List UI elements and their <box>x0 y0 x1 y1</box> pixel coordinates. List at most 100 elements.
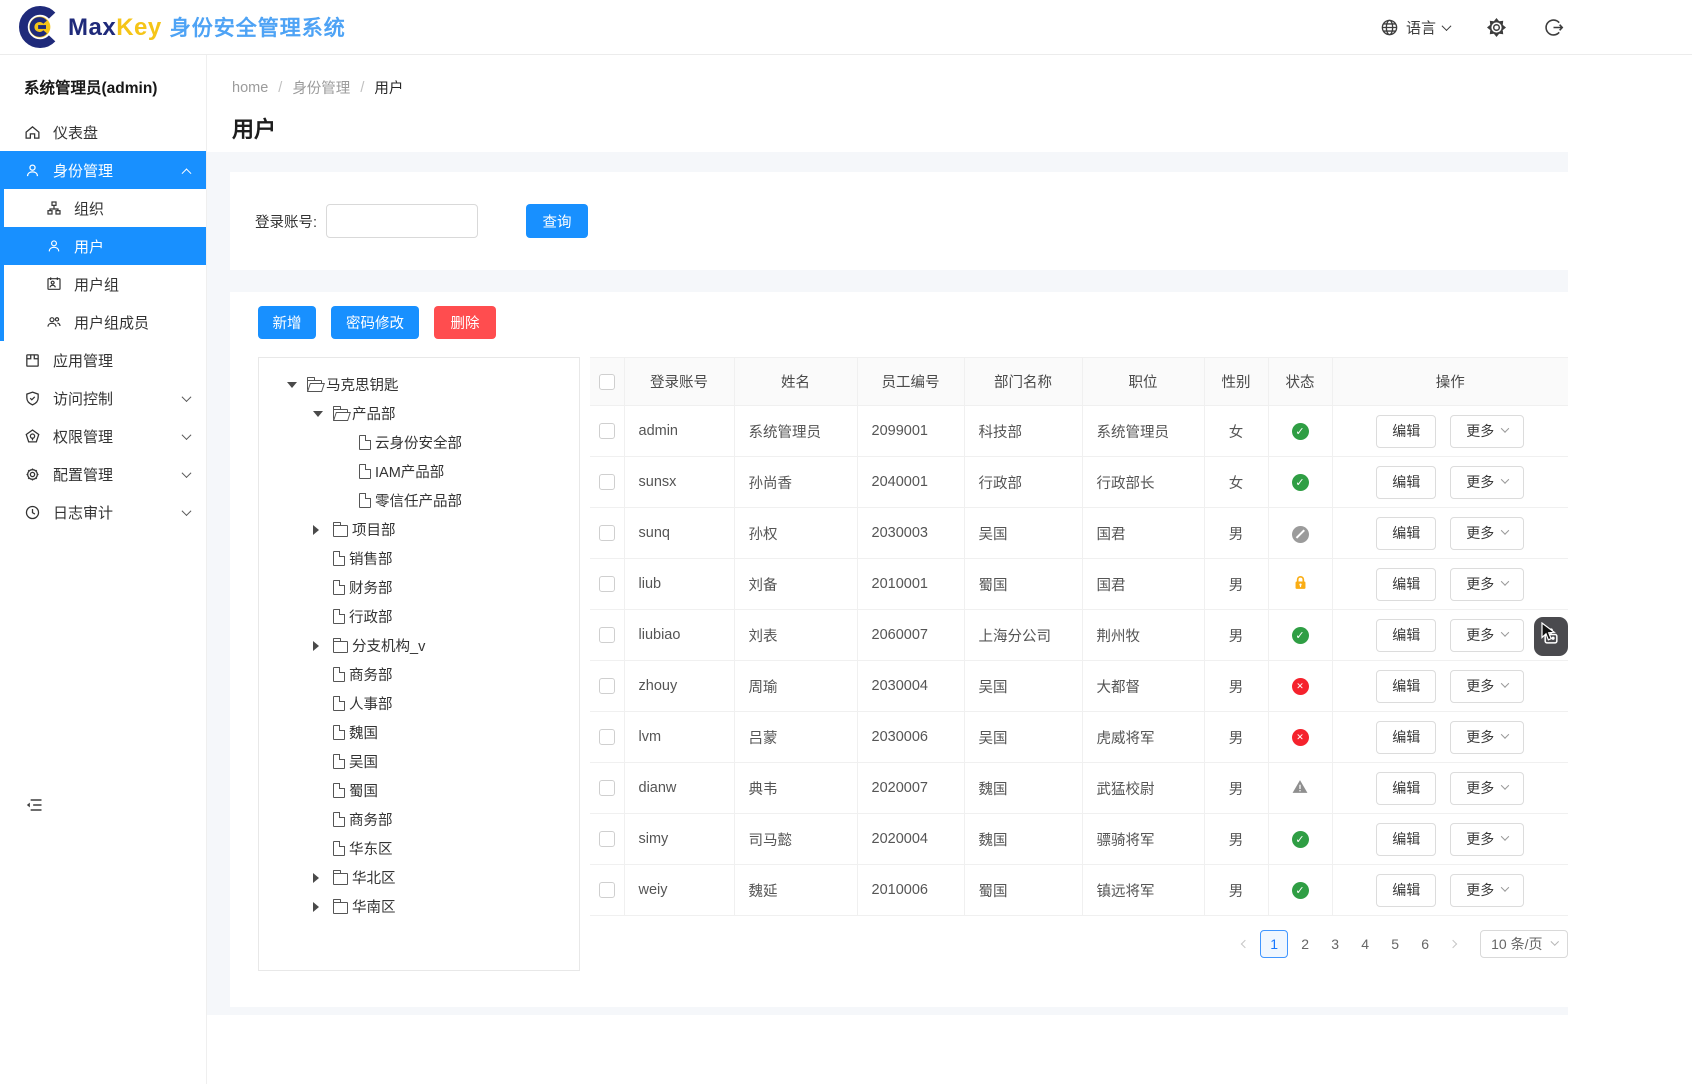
prev-page-button[interactable] <box>1234 941 1256 947</box>
sidebar-item-group-members[interactable]: 用户组成员 <box>4 303 206 341</box>
settings-button[interactable] <box>1486 17 1507 38</box>
query-button[interactable]: 查询 <box>526 204 588 238</box>
row-checkbox[interactable] <box>599 831 615 847</box>
row-checkbox[interactable] <box>599 882 615 898</box>
login-account-input[interactable] <box>326 204 478 238</box>
tree-node[interactable]: 产品部 <box>269 399 573 428</box>
tree-node[interactable]: 零信任产品部 <box>269 486 573 515</box>
page-number[interactable]: 1 <box>1260 930 1288 958</box>
sidebar: 系统管理员(admin) 仪表盘 身份管理 组织 用户 用户组 <box>0 55 207 1084</box>
caret-down-icon[interactable] <box>313 411 333 417</box>
caret-right-icon[interactable] <box>313 902 333 912</box>
more-button[interactable]: 更多 <box>1450 874 1524 907</box>
chevron-down-icon <box>1501 730 1509 738</box>
caret-right-icon[interactable] <box>313 641 333 651</box>
sidebar-item-applications[interactable]: 应用管理 <box>0 341 206 379</box>
edit-button[interactable]: 编辑 <box>1376 823 1436 856</box>
row-checkbox[interactable] <box>599 678 615 694</box>
edit-button[interactable]: 编辑 <box>1376 466 1436 499</box>
row-checkbox[interactable] <box>599 525 615 541</box>
row-checkbox[interactable] <box>599 780 615 796</box>
chevron-down-icon <box>182 506 192 516</box>
breadcrumb-identity[interactable]: 身份管理 <box>292 77 350 98</box>
logout-button[interactable] <box>1543 17 1564 38</box>
change-password-button[interactable]: 密码修改 <box>331 306 419 339</box>
more-button[interactable]: 更多 <box>1450 772 1524 805</box>
more-button[interactable]: 更多 <box>1450 619 1524 652</box>
tree-node[interactable]: 销售部 <box>269 544 573 573</box>
breadcrumb-home[interactable]: home <box>232 80 268 96</box>
edit-button[interactable]: 编辑 <box>1376 568 1436 601</box>
sidebar-item-audit-log[interactable]: 日志审计 <box>0 493 206 531</box>
more-button[interactable]: 更多 <box>1450 568 1524 601</box>
tree-node[interactable]: 华东区 <box>269 834 573 863</box>
sidebar-item-permissions[interactable]: 权限管理 <box>0 417 206 455</box>
tree-node[interactable]: 行政部 <box>269 602 573 631</box>
chevron-down-icon <box>1501 526 1509 534</box>
table-row: liubiao 刘表 2060007 上海分公司 荆州牧 男 编辑更多 <box>590 610 1568 661</box>
tree-node[interactable]: 马克思钥匙 <box>269 370 573 399</box>
sidebar-item-identity[interactable]: 身份管理 <box>0 151 206 189</box>
row-checkbox[interactable] <box>599 474 615 490</box>
more-button[interactable]: 更多 <box>1450 466 1524 499</box>
more-button[interactable]: 更多 <box>1450 823 1524 856</box>
table-header-row: 登录账号 姓名 员工编号 部门名称 职位 性别 状态 操作 <box>590 358 1568 406</box>
tree-node[interactable]: 云身份安全部 <box>269 428 573 457</box>
tree-node[interactable]: 吴国 <box>269 747 573 776</box>
tree-node[interactable]: 商务部 <box>269 660 573 689</box>
row-checkbox[interactable] <box>599 423 615 439</box>
more-button[interactable]: 更多 <box>1450 670 1524 703</box>
shield-check-icon <box>24 390 41 407</box>
tree-node[interactable]: 人事部 <box>269 689 573 718</box>
edit-button[interactable]: 编辑 <box>1376 874 1436 907</box>
page-size-select[interactable]: 10 条/页 <box>1480 930 1568 958</box>
more-button[interactable]: 更多 <box>1450 721 1524 754</box>
edit-button[interactable]: 编辑 <box>1376 772 1436 805</box>
col-status: 状态 <box>1268 358 1332 406</box>
page-number[interactable]: 5 <box>1382 930 1408 958</box>
chevron-down-icon <box>1501 883 1509 891</box>
menu-fold-button[interactable] <box>24 795 44 820</box>
row-checkbox[interactable] <box>599 627 615 643</box>
caret-right-icon[interactable] <box>313 525 333 535</box>
table-row: lvm 吕蒙 2030006 吴国 虎威将军 男 编辑更多 <box>590 712 1568 763</box>
tree-node[interactable]: 魏国 <box>269 718 573 747</box>
tree-node[interactable]: 分支机构_v <box>269 631 573 660</box>
more-button[interactable]: 更多 <box>1450 415 1524 448</box>
edit-button[interactable]: 编辑 <box>1376 517 1436 550</box>
select-all-checkbox[interactable] <box>599 374 615 390</box>
sidebar-item-organization[interactable]: 组织 <box>4 189 206 227</box>
sidebar-item-dashboard[interactable]: 仪表盘 <box>0 113 206 151</box>
caret-right-icon[interactable] <box>313 873 333 883</box>
edit-button[interactable]: 编辑 <box>1376 619 1436 652</box>
team-icon <box>46 314 62 330</box>
sidebar-item-users[interactable]: 用户 <box>0 227 206 265</box>
sidebar-item-configuration[interactable]: 配置管理 <box>0 455 206 493</box>
delete-button[interactable]: 删除 <box>434 306 496 339</box>
tree-node[interactable]: 财务部 <box>269 573 573 602</box>
caret-down-icon[interactable] <box>287 382 307 388</box>
stop-circle-icon <box>1292 526 1309 543</box>
sidebar-item-user-groups[interactable]: 用户组 <box>4 265 206 303</box>
edit-button[interactable]: 编辑 <box>1376 415 1436 448</box>
edit-button[interactable]: 编辑 <box>1376 721 1436 754</box>
language-selector[interactable]: 语言 <box>1380 17 1450 38</box>
current-user-label: 系统管理员(admin) <box>0 55 206 113</box>
page-number[interactable]: 6 <box>1412 930 1438 958</box>
tree-node[interactable]: 商务部 <box>269 805 573 834</box>
page-number[interactable]: 4 <box>1352 930 1378 958</box>
add-button[interactable]: 新增 <box>258 306 316 339</box>
tree-node[interactable]: IAM产品部 <box>269 457 573 486</box>
page-number[interactable]: 3 <box>1322 930 1348 958</box>
next-page-button[interactable] <box>1442 941 1464 947</box>
sidebar-item-access-control[interactable]: 访问控制 <box>0 379 206 417</box>
row-checkbox[interactable] <box>599 576 615 592</box>
more-button[interactable]: 更多 <box>1450 517 1524 550</box>
tree-node[interactable]: 项目部 <box>269 515 573 544</box>
row-checkbox[interactable] <box>599 729 615 745</box>
edit-button[interactable]: 编辑 <box>1376 670 1436 703</box>
page-number[interactable]: 2 <box>1292 930 1318 958</box>
tree-node[interactable]: 蜀国 <box>269 776 573 805</box>
tree-node[interactable]: 华北区 <box>269 863 573 892</box>
tree-node[interactable]: 华南区 <box>269 892 573 921</box>
